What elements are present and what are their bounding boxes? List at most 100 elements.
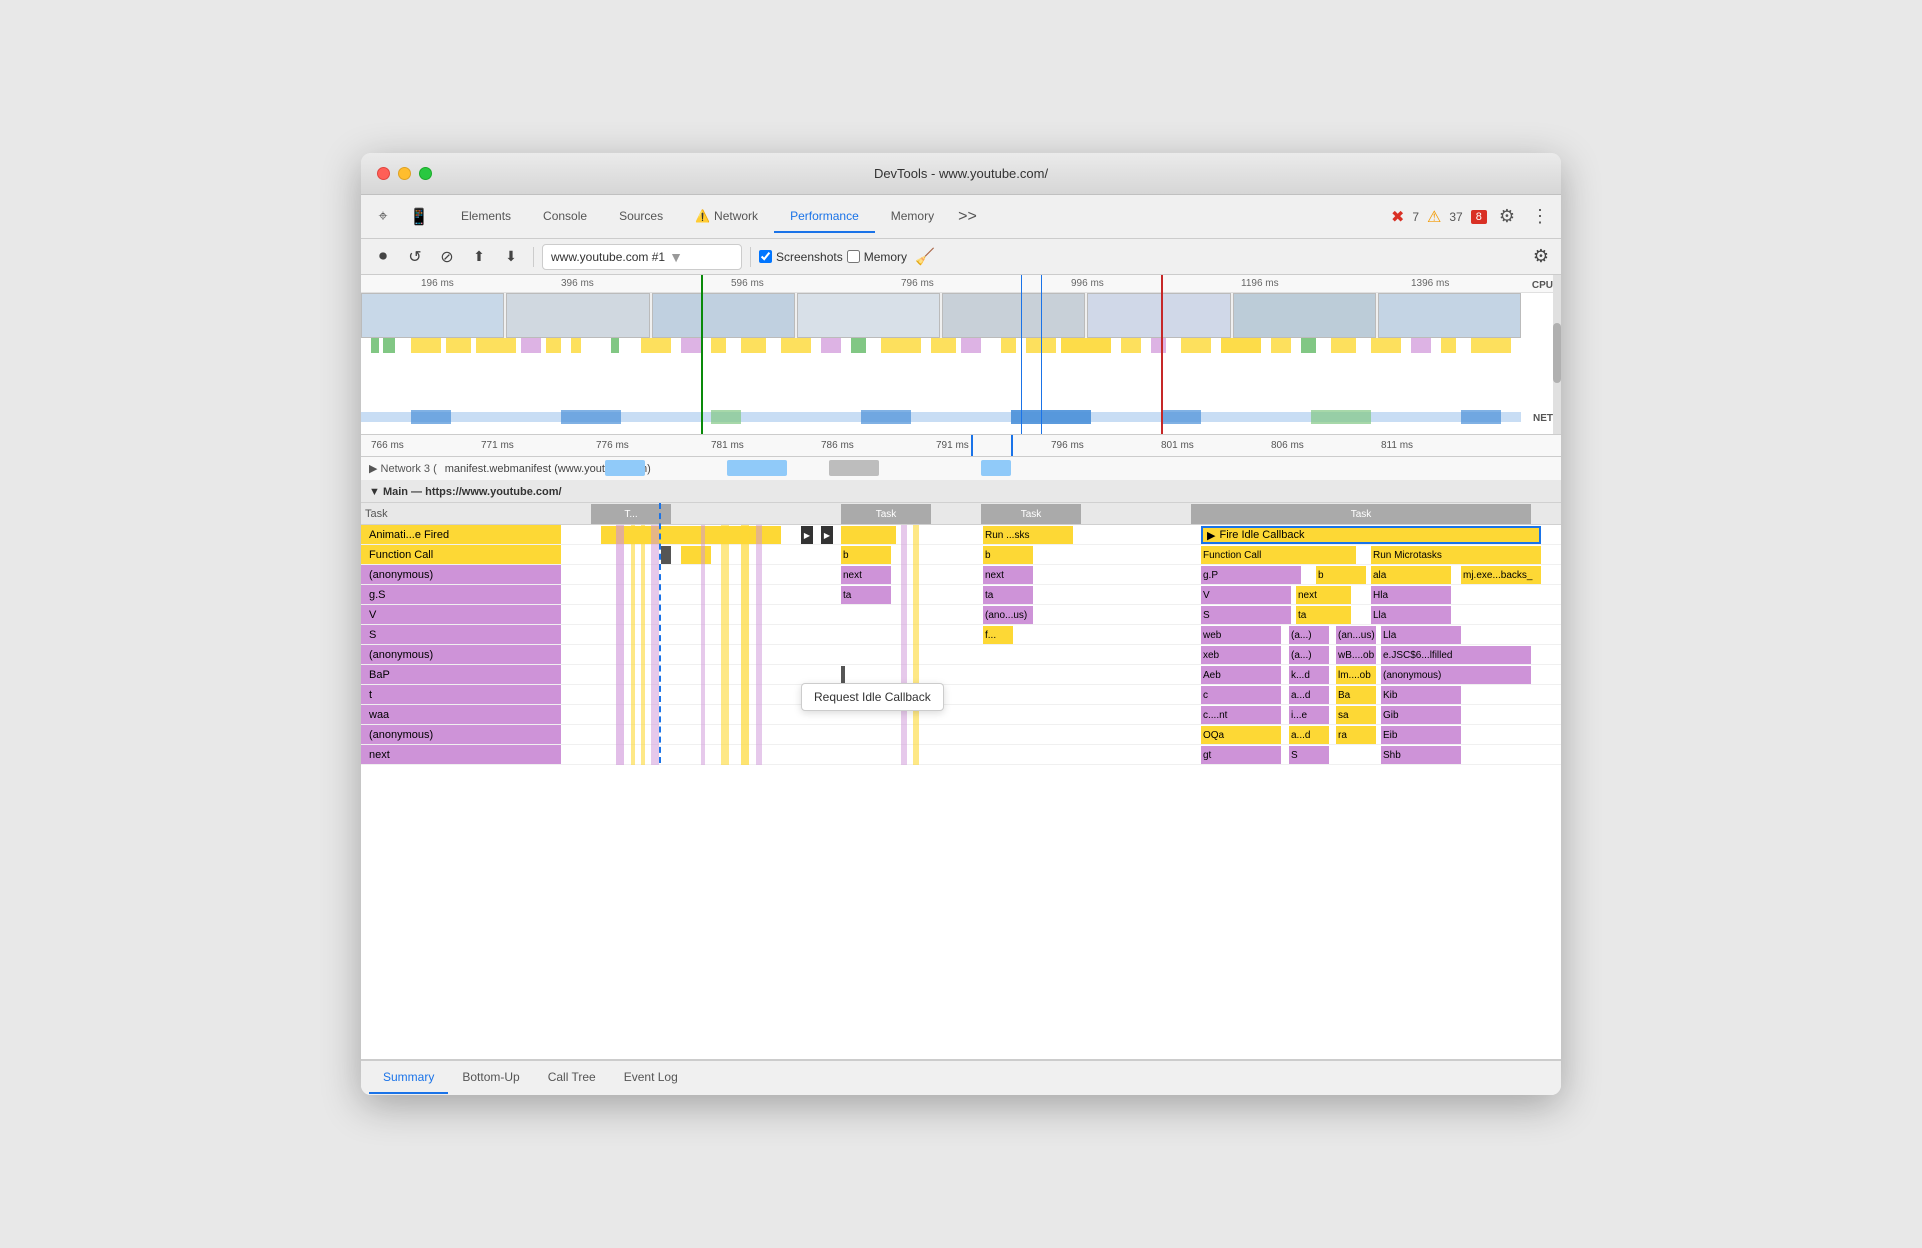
tooltip: Request Idle Callback (801, 683, 944, 711)
memory-checkbox-label[interactable]: Memory (847, 250, 907, 264)
task-col-left: Task (365, 508, 565, 520)
a-block-xeb: (a...) (1289, 646, 1329, 664)
url-bar[interactable]: www.youtube.com #1 ▼ (542, 244, 742, 270)
net-bar-4 (981, 460, 1011, 476)
scrollbar-thumb[interactable] (1553, 323, 1561, 383)
flame-label-waa: waa (361, 705, 561, 724)
reload-button[interactable]: ↺ (401, 243, 429, 271)
settings-icon[interactable]: ⚙ (1495, 202, 1519, 231)
timeline-scrollbar[interactable] (1553, 275, 1561, 434)
memory-checkbox[interactable] (847, 250, 860, 263)
tab-sources[interactable]: Sources (603, 201, 679, 233)
flame-label-anon-1: (anonymous) (361, 565, 561, 584)
anim-block-1 (601, 526, 781, 544)
record-button[interactable]: ⏺ (369, 243, 397, 271)
warn-icon: ⚠ (1427, 207, 1441, 227)
ruler2-811: 811 ms (1381, 440, 1413, 451)
tab-summary[interactable]: Summary (369, 1062, 448, 1094)
oqa-block: OQa (1201, 726, 1281, 744)
screenshots-checkbox[interactable] (759, 250, 772, 263)
more-options-icon[interactable]: ⋮ (1527, 202, 1553, 231)
screenshot-4 (797, 293, 940, 338)
net-bar-1 (605, 460, 645, 476)
ad2-block: a...d (1289, 726, 1329, 744)
tab-memory[interactable]: Memory (875, 201, 950, 233)
web-block: web (1201, 626, 1281, 644)
arrow-2: ▶ (821, 526, 833, 544)
log-icon: 8 (1471, 210, 1487, 224)
network-row-label: ▶ Network 3 ( (369, 462, 437, 475)
tab-bar: ⌖ 📱 Elements Console Sources ⚠️ Network … (361, 195, 1561, 239)
aeb-block: Aeb (1201, 666, 1281, 684)
ruler2-786: 786 ms (821, 440, 854, 451)
tab-elements[interactable]: Elements (445, 201, 527, 233)
cursor-line-red (1161, 275, 1163, 434)
cpu-label: CPU (1532, 280, 1553, 291)
cursor-line-blue-1 (1021, 275, 1022, 434)
brush-button[interactable]: 🧹 (911, 243, 939, 271)
anim-block-2 (841, 526, 896, 544)
cursor-icon[interactable]: ⌖ (369, 203, 397, 231)
hla-block: Hla (1371, 586, 1451, 604)
ruler2-771: 771 ms (481, 440, 514, 451)
ejsc-block: e.JSC$6...lfilled (1381, 646, 1531, 664)
ruler-mark-1196: 1196 ms (1241, 278, 1279, 289)
ruler-mark-796: 796 ms (901, 278, 934, 289)
tab-performance[interactable]: Performance (774, 201, 875, 233)
gib-block: Gib (1381, 706, 1461, 724)
screenshots-checkbox-label[interactable]: Screenshots (759, 250, 843, 264)
tab-bottom-up[interactable]: Bottom-Up (448, 1062, 533, 1094)
anus-block-2: (an...us) (1336, 626, 1376, 644)
window-title: DevTools - www.youtube.com/ (874, 166, 1048, 181)
tab-call-tree[interactable]: Call Tree (534, 1062, 610, 1094)
close-button[interactable] (377, 167, 390, 180)
flame-rows-container: Task T... Task Task Task Animati...e Fir… (361, 503, 1561, 765)
flame-chart-area[interactable]: ▶ Network 3 ( manifest.webmanifest (www.… (361, 457, 1561, 1059)
net-chart (361, 408, 1521, 426)
flame-label-s: S (361, 625, 561, 644)
ruler-mark-596: 596 ms (731, 278, 764, 289)
flame-row-anon-2: (anonymous) xeb (a...) wB....ob e.JSC$6.… (361, 645, 1561, 665)
device-icon[interactable]: 📱 (405, 203, 433, 231)
run-microtasks-block: Run Microtasks (1371, 546, 1541, 564)
toolbar-settings-icon[interactable]: ⚙ (1529, 242, 1553, 271)
url-text: www.youtube.com #1 (551, 250, 665, 264)
xeb-block: xeb (1201, 646, 1281, 664)
flame-row-bap: BaP Aeb k...d lm....ob (anonymous) (361, 665, 1561, 685)
wb-block: wB....ob (1336, 646, 1376, 664)
arrow-1: ▶ (801, 526, 813, 544)
selection-left (971, 435, 973, 456)
ruler2-796: 796 ms (1051, 440, 1084, 451)
f-block: f... (983, 626, 1013, 644)
tab-more-button[interactable]: >> (950, 204, 985, 230)
toolbar-separator (533, 247, 534, 267)
cursor-line-blue-2 (1041, 275, 1042, 434)
ruler2-776: 776 ms (596, 440, 629, 451)
timeline-overview[interactable]: 196 ms 396 ms 596 ms 796 ms 996 ms 1196 … (361, 275, 1561, 435)
net-bars-svg (361, 408, 1521, 426)
clear-button[interactable]: ⊘ (433, 243, 461, 271)
warn-count: 37 (1449, 210, 1462, 224)
minimize-button[interactable] (398, 167, 411, 180)
fullscreen-button[interactable] (419, 167, 432, 180)
ruler-mark-396: 396 ms (561, 278, 594, 289)
gt-block: gt (1201, 746, 1281, 764)
url-dropdown-arrow[interactable]: ▼ (669, 249, 683, 265)
task-block-1: Task (841, 504, 931, 524)
b-block-2: b (983, 546, 1033, 564)
flame-row-v: V (ano...us) S ta Lla (361, 605, 1561, 625)
fc-block-1 (681, 546, 711, 564)
screenshot-6 (1087, 293, 1230, 338)
gp-block: g.P (1201, 566, 1301, 584)
tab-event-log[interactable]: Event Log (610, 1062, 692, 1094)
tab-network[interactable]: ⚠️ Network (679, 201, 774, 233)
next-block-1: next (841, 566, 891, 584)
bottom-tabs: Summary Bottom-Up Call Tree Event Log (361, 1059, 1561, 1095)
download-button[interactable]: ⬇ (497, 243, 525, 271)
upload-button[interactable]: ⬆ (465, 243, 493, 271)
flame-row-s: S f... web (a...) (an...us) Lla (361, 625, 1561, 645)
b-block-3: b (1316, 566, 1366, 584)
tab-console[interactable]: Console (527, 201, 603, 233)
flame-label-v: V (361, 605, 561, 624)
fire-idle-block: ▶Fire Idle Callback (1201, 526, 1541, 544)
